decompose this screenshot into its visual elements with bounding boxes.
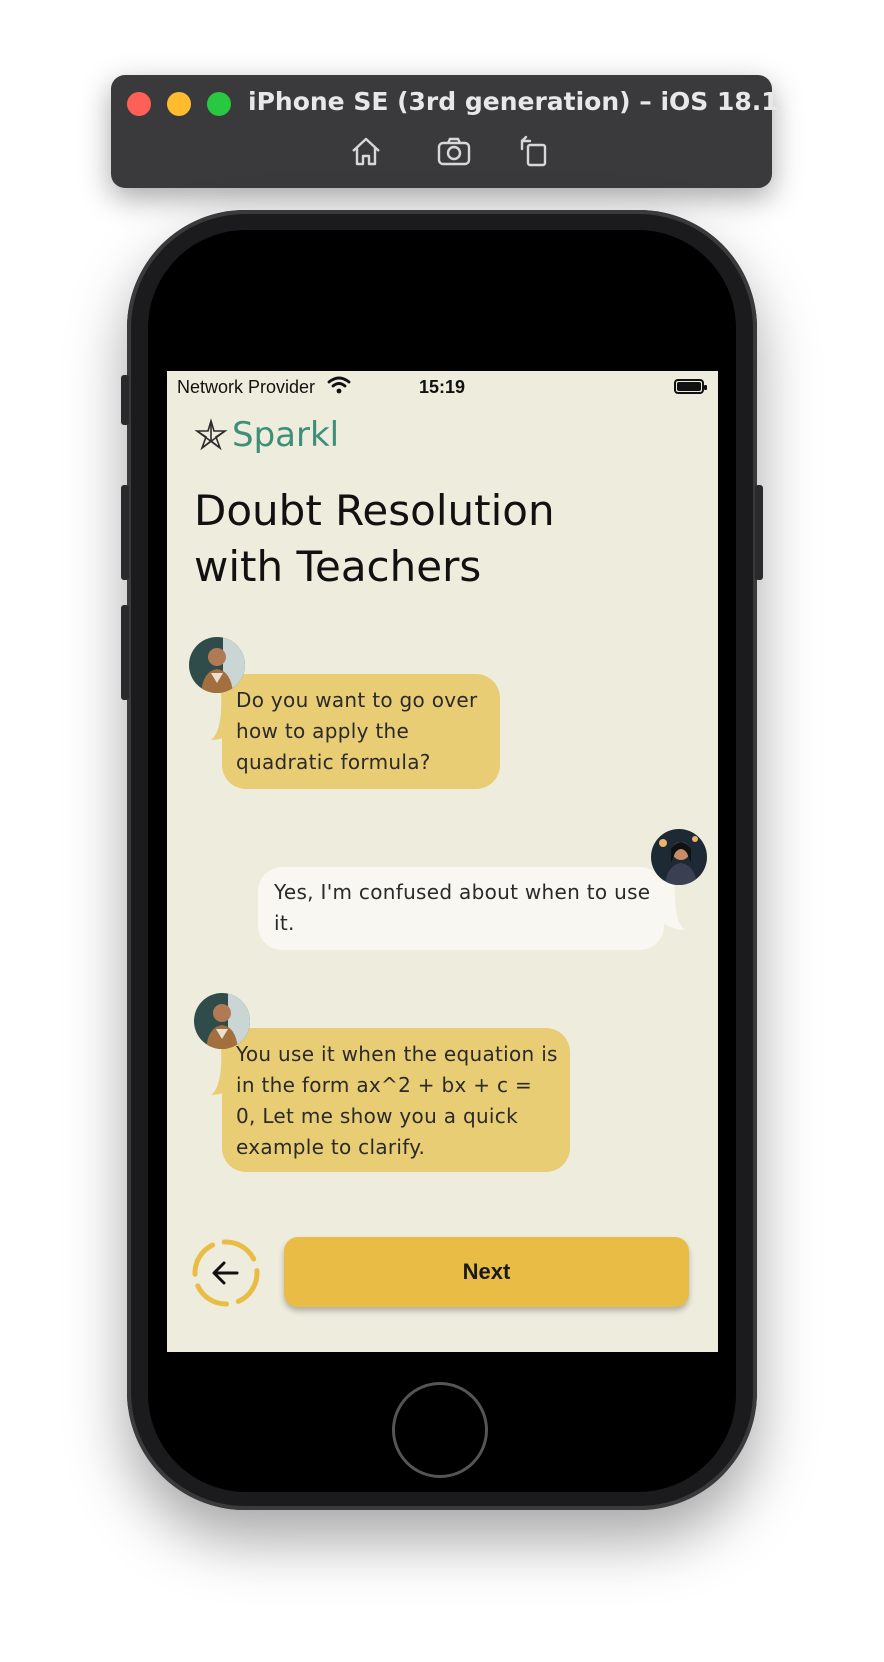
screenshot-icon[interactable] [436,133,472,169]
student-avatar [651,829,707,885]
chat-bubble-student: Yes, I'm confused about when to use it. [258,867,664,950]
silent-switch [121,375,129,425]
sparkl-logo: Sparkl [194,415,339,455]
carrier-label: Network Provider [177,377,316,397]
app-screen: Network Provider 15:19 Sparkl Doubt Reso… [167,371,718,1352]
chat-bubble-teacher: Do you want to go over how to apply the … [222,674,500,789]
arrow-left-icon [212,1261,239,1285]
clock: 15:19 [419,377,466,397]
wifi-icon [327,375,351,395]
chat-bubble-teacher: You use it when the equation is in the f… [222,1028,570,1172]
simulator-title: iPhone SE (3rd generation) – iOS 18.1 [248,87,779,116]
star-logo-icon [194,418,228,451]
minimize-window-button[interactable] [167,92,191,116]
volume-up-button [121,485,129,580]
status-bar: Network Provider 15:19 [167,371,718,401]
rotate-icon[interactable] [516,133,552,169]
zoom-window-button[interactable] [207,92,231,116]
close-window-button[interactable] [127,92,151,116]
volume-down-button [121,605,129,700]
home-button[interactable] [392,1382,488,1478]
home-icon[interactable] [348,133,384,169]
back-button[interactable] [191,1238,261,1308]
next-button[interactable]: Next [284,1237,689,1307]
page-title: Doubt Resolution with Teachers [194,486,555,591]
brand-name: Sparkl [232,415,340,455]
teacher-avatar [194,993,250,1049]
teacher-avatar [189,637,245,693]
simulator-toolbar: iPhone SE (3rd generation) – iOS 18.1 [111,75,779,188]
battery-icon [674,379,707,394]
power-button [755,485,763,580]
